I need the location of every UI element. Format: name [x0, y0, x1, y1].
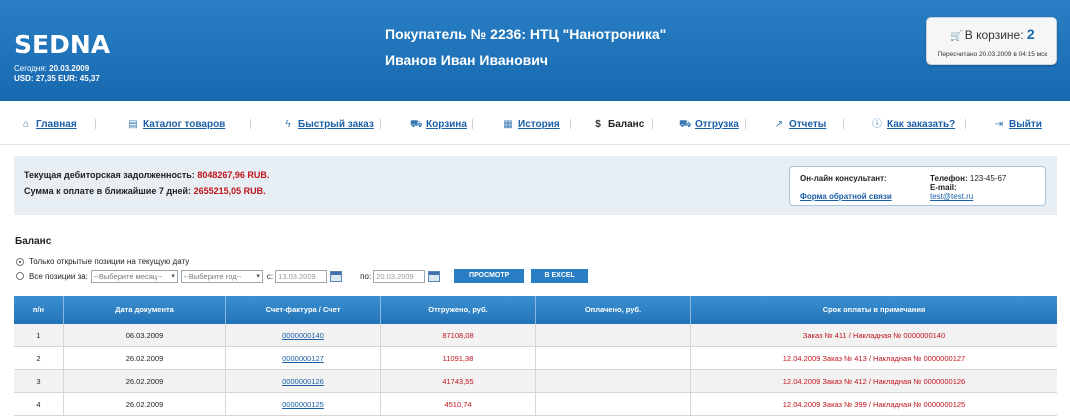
to-date-input[interactable]: 20.03.2009: [373, 269, 426, 283]
email-label: E-mail:: [930, 183, 957, 192]
nav-item-reports[interactable]: ↗ Отчеты: [773, 117, 827, 131]
nav-item-shipment[interactable]: ⛟ Отгрузка: [679, 117, 739, 131]
calendar-icon: ▦: [503, 118, 513, 130]
nav-divider: [652, 119, 653, 129]
radio-open-positions[interactable]: [16, 257, 24, 266]
phone-label: Телефон:: [930, 174, 968, 183]
cart-label: В корзине:: [964, 28, 1024, 42]
balance-title: Баланс: [15, 236, 52, 247]
nav-item-balance[interactable]: $ Баланс: [592, 117, 644, 131]
column-header: Счет-фактура / Счет: [226, 296, 381, 324]
calendar-icon[interactable]: [330, 270, 343, 282]
table-row: 3 26.02.2009 0000000126 41743,55 12.04.2…: [14, 370, 1057, 393]
nav-item-logout[interactable]: ⇥ Выйти: [993, 117, 1042, 131]
month-select[interactable]: --Выберите месяц--: [90, 269, 178, 283]
table-header: п/н Дата документа Счет-фактура / Счет О…: [14, 296, 1057, 324]
invoice-link[interactable]: 0000000126: [226, 370, 381, 393]
phone-value: 123-45-67: [969, 174, 1007, 183]
nav-divider: [570, 119, 571, 129]
table-row: 4 26.02.2009 0000000125 4510,74 12.04.20…: [14, 393, 1057, 416]
filter-all-positions: Все позиции за: --Выберите месяц-- --Выб…: [16, 268, 589, 284]
today-date: 20.03.2009: [49, 64, 90, 73]
nav-item-cart[interactable]: ⛟ Корзина: [410, 117, 467, 131]
consultant-box: Он-лайн консультант: Форма обратной связ…: [789, 166, 1046, 206]
radio-all-positions[interactable]: [16, 272, 24, 280]
nav-item-how-to-order[interactable]: ⓘ Как заказать?: [871, 117, 955, 131]
buyer-title: Покупатель № 2236: НТЦ "Нанотроника": [385, 26, 667, 42]
due-label: Сумма к оплате в ближайшие 7 дней:: [24, 186, 192, 196]
currency-rates: USD: 27,35 EUR: 45,37: [14, 74, 100, 83]
dollar-icon: $: [595, 118, 601, 130]
main-nav: ⌂ Главная ▤ Каталог товаров ϟ Быстрый заказ…: [0, 101, 1070, 145]
column-header: п/н: [14, 296, 64, 324]
nav-divider: [380, 119, 381, 129]
invoice-link[interactable]: 0000000127: [226, 347, 381, 370]
nav-item-history[interactable]: ▦ История: [502, 117, 559, 131]
option-all-label: Все позиции за:: [29, 271, 88, 281]
home-icon: ⌂: [22, 118, 30, 130]
nav-divider: [745, 119, 746, 129]
catalog-icon: ▤: [128, 118, 138, 130]
table-row: 1 06.03.2009 0000000140 87108,08 Заказ №…: [14, 324, 1057, 347]
nav-divider: [472, 119, 473, 129]
cart-icon: 🛒: [950, 31, 963, 42]
debt-info-panel: Текущая дебиторская задолженность: 80482…: [14, 156, 1057, 215]
today-label: Сегодня:: [14, 64, 47, 73]
nav-divider: [250, 119, 251, 129]
nav-divider: [843, 119, 844, 129]
header-bar: SEDNA Сегодня: 20.03.2009 USD: 27,35 EUR…: [0, 0, 1070, 101]
debt-label: Текущая дебиторская задолженность:: [24, 170, 195, 180]
cart-icon: ⛟: [410, 118, 423, 130]
feedback-form-link[interactable]: Форма обратной связи: [800, 192, 892, 201]
column-header: Оплачено, руб.: [536, 296, 691, 324]
nav-item-quick-order[interactable]: ϟ Быстрый заказ: [282, 117, 373, 131]
lightning-icon: ϟ: [285, 118, 291, 130]
chart-icon: ↗: [774, 118, 784, 130]
truck-icon: ⛟: [679, 118, 692, 130]
cart-summary[interactable]: 🛒 В корзине: 2 Пересчитано 20.03.2009 в 0…: [926, 17, 1057, 65]
exit-icon: ⇥: [994, 118, 1004, 130]
column-header: Срок оплаты в примечания: [822, 305, 926, 314]
consultant-title: Он-лайн консультант:: [800, 174, 887, 183]
option-open-label: Только открытые позиции на текущую дату: [29, 257, 190, 266]
year-select[interactable]: --Выберите год--: [180, 269, 263, 283]
from-date-input[interactable]: 13.03.2009: [275, 269, 328, 283]
excel-button[interactable]: В EXCEL: [531, 269, 589, 283]
invoice-link[interactable]: 0000000125: [226, 393, 381, 416]
email-link[interactable]: test@test.ru: [930, 192, 973, 201]
debt-value: 8048267,96 RUB.: [197, 170, 270, 180]
today-info: Сегодня: 20.03.2009 USD: 27,35 EUR: 45,3…: [14, 64, 100, 84]
table-row: 2 26.02.2009 0000000127 11091,38 12.04.2…: [14, 347, 1057, 370]
column-header: Дата документа: [64, 296, 226, 324]
info-icon: ⓘ: [872, 118, 882, 130]
to-label: по:: [360, 271, 372, 281]
nav-divider: [95, 119, 96, 129]
nav-item-catalog[interactable]: ▤ Каталог товаров: [127, 117, 225, 131]
sedna-logo[interactable]: SEDNA: [14, 30, 110, 59]
nav-item-home[interactable]: ⌂ Главная: [20, 117, 77, 131]
invoice-link[interactable]: 0000000140: [226, 324, 381, 347]
filter-open-positions[interactable]: Только открытые позиции на текущую дату: [16, 257, 189, 266]
from-label: с:: [266, 271, 274, 281]
calendar-icon[interactable]: [428, 270, 441, 282]
column-header: Отгружено, руб.: [381, 296, 536, 324]
cart-count: 2: [1026, 26, 1035, 42]
view-button[interactable]: ПРОСМОТР: [454, 269, 525, 283]
cart-recalc-time: Пересчитано 20.03.2009 в 04:15 мск: [937, 51, 1048, 58]
nav-divider: [965, 119, 966, 129]
due-value: 2655215,05 RUB.: [193, 186, 266, 196]
person-name: Иванов Иван Иванович: [385, 52, 549, 68]
